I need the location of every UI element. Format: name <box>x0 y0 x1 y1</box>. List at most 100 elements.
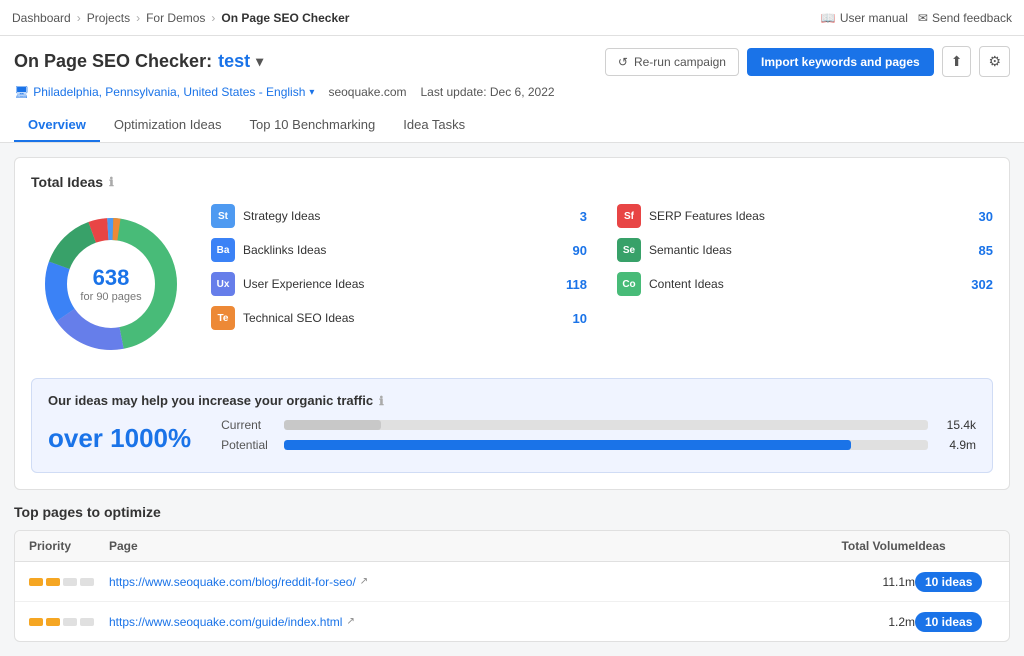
col-page: Page <box>109 539 815 553</box>
tab-optimization-ideas[interactable]: Optimization Ideas <box>100 109 236 142</box>
semantic-label: Semantic Ideas <box>649 243 971 257</box>
breadcrumb: Dashboard › Projects › For Demos › On Pa… <box>12 11 349 25</box>
last-update-label: Last update: Dec 6, 2022 <box>420 85 554 99</box>
idea-technical: Te Technical SEO Ideas 10 <box>211 306 587 330</box>
tab-idea-tasks[interactable]: Idea Tasks <box>389 109 479 142</box>
breadcrumb-sep3: › <box>211 11 215 25</box>
rerun-icon: ↺ <box>618 55 628 69</box>
breadcrumb-projects[interactable]: Projects <box>87 11 130 25</box>
idea-content: Co Content Ideas 302 <box>617 272 993 296</box>
ideas-body: 638 for 90 pages St Strategy Ideas 3 Sf … <box>31 204 993 364</box>
idea-semantic: Se Semantic Ideas 85 <box>617 238 993 262</box>
breadcrumb-sep2: › <box>136 11 140 25</box>
top-pages-section: Top pages to optimize Priority Page Tota… <box>14 504 1010 642</box>
dot <box>29 578 43 586</box>
traffic-info-icon[interactable]: ℹ <box>379 394 384 408</box>
dot-empty <box>80 618 94 626</box>
header-controls: ↺ Re-run campaign Import keywords and pa… <box>605 46 1010 77</box>
bar-current-row: Current 15.4k <box>221 418 976 432</box>
send-feedback-button[interactable]: ✉ Send feedback <box>918 11 1012 25</box>
breadcrumb-demos[interactable]: For Demos <box>146 11 205 25</box>
potential-value: 4.9m <box>936 438 976 452</box>
total-ideas-info-icon[interactable]: ℹ <box>109 175 114 189</box>
external-link-icon: ↗ <box>360 576 368 587</box>
content-badge: Co <box>617 272 641 296</box>
potential-label: Potential <box>221 438 276 452</box>
idea-ux: Ux User Experience Ideas 118 <box>211 272 587 296</box>
current-bar-track <box>284 420 928 430</box>
semantic-count: 85 <box>979 243 993 258</box>
tabs: Overview Optimization Ideas Top 10 Bench… <box>14 109 1010 142</box>
location-chevron: ▾ <box>309 87 314 98</box>
traffic-bars: Current 15.4k Potential 4.9m <box>221 418 976 458</box>
breadcrumb-dashboard[interactable]: Dashboard <box>12 11 71 25</box>
feedback-icon: ✉ <box>918 11 928 25</box>
donut-sub: for 90 pages <box>80 291 141 303</box>
header-section: On Page SEO Checker: test ▾ ↺ Re-run cam… <box>0 36 1024 143</box>
technical-badge: Te <box>211 306 235 330</box>
content-label: Content Ideas <box>649 277 963 291</box>
current-bar-fill <box>284 420 381 430</box>
breadcrumb-sep1: › <box>77 11 81 25</box>
breadcrumb-active: On Page SEO Checker <box>221 11 349 25</box>
backlinks-count: 90 <box>573 243 587 258</box>
traffic-title: Our ideas may help you increase your org… <box>48 393 976 408</box>
serp-count: 30 <box>979 209 993 224</box>
location-badge[interactable]: 🖥 Philadelphia, Pennsylvania, United Sta… <box>14 85 314 99</box>
tab-overview[interactable]: Overview <box>14 109 100 142</box>
top-pages-title: Top pages to optimize <box>14 504 1010 520</box>
idea-serp: Sf SERP Features Ideas 30 <box>617 204 993 228</box>
ux-badge: Ux <box>211 272 235 296</box>
backlinks-badge: Ba <box>211 238 235 262</box>
table-header: Priority Page Total Volume Ideas <box>15 531 1009 562</box>
ideas-badge-1: 10 ideas <box>915 574 995 589</box>
top-pages-table: Priority Page Total Volume Ideas https:/… <box>14 530 1010 642</box>
import-button[interactable]: Import keywords and pages <box>747 48 934 76</box>
technical-label: Technical SEO Ideas <box>243 311 565 325</box>
top-bar: Dashboard › Projects › For Demos › On Pa… <box>0 0 1024 36</box>
dot <box>46 618 60 626</box>
export-button[interactable]: ⬆ <box>942 46 972 77</box>
ux-label: User Experience Ideas <box>243 277 558 291</box>
ideas-badge-2: 10 ideas <box>915 614 995 629</box>
priority-dots-2 <box>29 618 109 626</box>
potential-bar-fill <box>284 440 851 450</box>
content-count: 302 <box>971 277 993 292</box>
potential-bar-track <box>284 440 928 450</box>
table-row: https://www.seoquake.com/guide/index.htm… <box>15 602 1009 641</box>
strategy-count: 3 <box>580 209 587 224</box>
tab-top10[interactable]: Top 10 Benchmarking <box>236 109 390 142</box>
page-link-1[interactable]: https://www.seoquake.com/blog/reddit-for… <box>109 575 815 589</box>
dropdown-icon[interactable]: ▾ <box>256 53 263 70</box>
dot <box>46 578 60 586</box>
header-row2: 🖥 Philadelphia, Pennsylvania, United Sta… <box>14 85 1010 99</box>
donut-chart: 638 for 90 pages <box>31 204 191 364</box>
title-text: On Page SEO Checker: <box>14 51 212 72</box>
total-ideas-title: Total Ideas ℹ <box>31 174 993 190</box>
technical-count: 10 <box>573 311 587 326</box>
bar-potential-row: Potential 4.9m <box>221 438 976 452</box>
serp-label: SERP Features Ideas <box>649 209 971 223</box>
header-row1: On Page SEO Checker: test ▾ ↺ Re-run cam… <box>14 46 1010 77</box>
rerun-button[interactable]: ↺ Re-run campaign <box>605 48 739 76</box>
volume-1: 11.1m <box>815 575 915 589</box>
current-value: 15.4k <box>936 418 976 432</box>
book-icon: 📖 <box>821 11 836 25</box>
traffic-body: over 1000% Current 15.4k Potential <box>48 418 976 458</box>
serp-badge: Sf <box>617 204 641 228</box>
donut-number: 638 <box>80 265 141 291</box>
domain-label: seoquake.com <box>328 85 406 99</box>
dot-empty <box>63 578 77 586</box>
ux-count: 118 <box>566 277 587 292</box>
dot <box>29 618 43 626</box>
monitor-icon: 🖥 <box>14 85 29 99</box>
idea-backlinks: Ba Backlinks Ideas 90 <box>211 238 587 262</box>
col-priority: Priority <box>29 539 109 553</box>
dot-empty <box>80 578 94 586</box>
priority-dots-1 <box>29 578 109 586</box>
strategy-badge: St <box>211 204 235 228</box>
main-content: Total Ideas ℹ <box>0 143 1024 656</box>
settings-button[interactable]: ⚙ <box>979 46 1010 77</box>
page-title: On Page SEO Checker: test ▾ <box>14 51 263 72</box>
user-manual-button[interactable]: 📖 User manual <box>821 11 908 25</box>
